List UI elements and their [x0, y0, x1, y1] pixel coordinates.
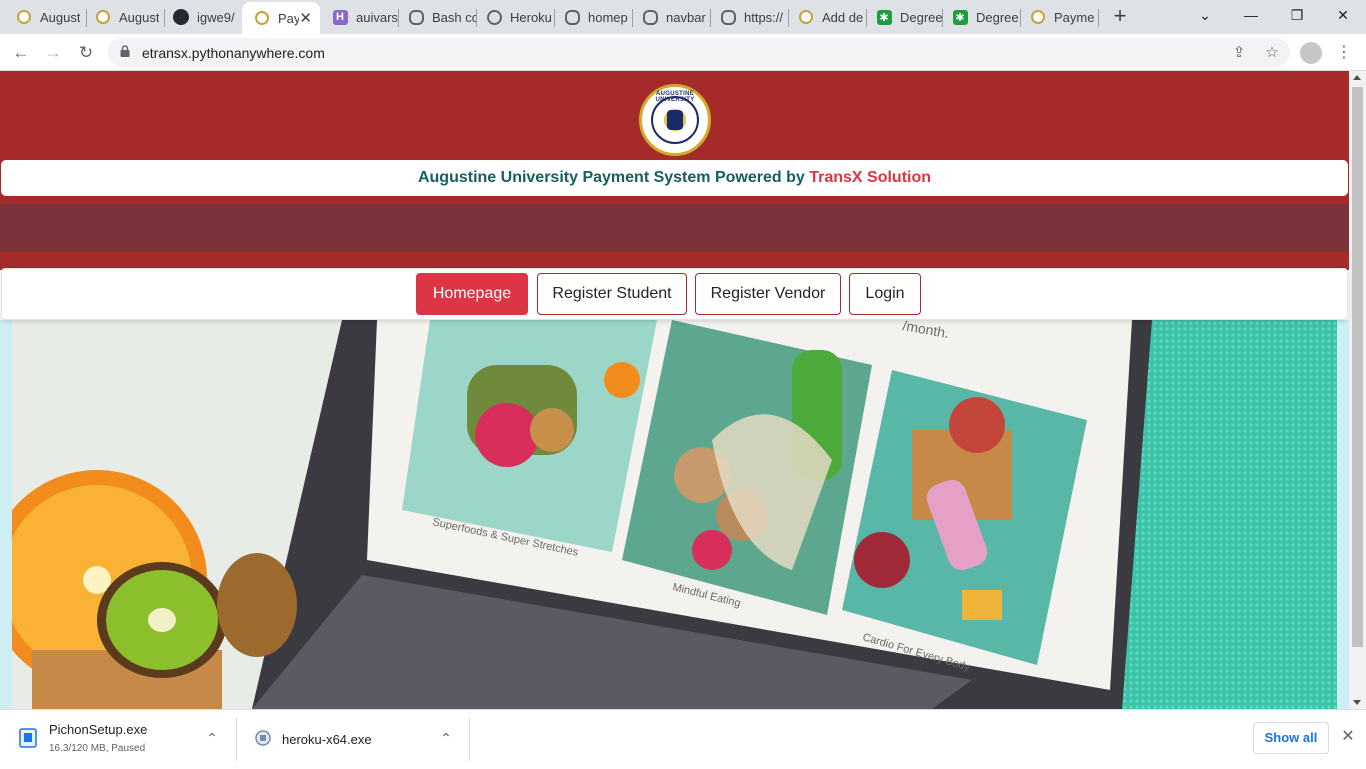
tab-title: navbar [666, 9, 706, 25]
tab-title: auivars [356, 9, 398, 25]
pythonanywhere-icon [720, 9, 736, 25]
download-filename: PichonSetup.exe [49, 722, 148, 737]
pythonanywhere-icon [564, 9, 580, 25]
browser-tab[interactable]: navbar [630, 4, 710, 30]
download-shelf: PichonSetup.exe 16.3/120 MB, Paused ⌃ he… [0, 709, 1366, 768]
hero-illustration: Superfoods & Super Stretches Mindful Eat… [12, 320, 1337, 709]
heroku-icon: H [332, 9, 348, 25]
tab-strip: August August igwe9/ Pay ✕ H auivars Bas… [0, 0, 1366, 34]
github-icon [173, 9, 189, 25]
download-status: 16.3/120 MB, Paused [49, 743, 146, 754]
url-text[interactable]: etransx.pythonanywhere.com [142, 45, 325, 61]
new-tab-button[interactable]: + [1110, 5, 1130, 27]
tab-title: Bash cc [432, 9, 476, 25]
share-icon[interactable]: ⇪ [1228, 42, 1250, 64]
tagline-text: Augustine University Payment System Powe… [417, 169, 805, 186]
browser-tab[interactable]: Add de [786, 4, 866, 30]
login-button[interactable]: Login [849, 273, 921, 315]
register-vendor-button[interactable]: Register Vendor [695, 273, 841, 315]
browser-tab[interactable]: ✱ Degree [864, 4, 942, 30]
homepage-button[interactable]: Homepage [416, 273, 528, 315]
tab-title: August [40, 9, 81, 25]
address-bar[interactable]: etransx.pythonanywhere.com ⇪ ☆ [108, 38, 1290, 67]
seal-icon [1030, 9, 1046, 25]
header-band [0, 204, 1349, 252]
tab-title: Payme [1054, 9, 1095, 25]
browser-toolbar: ← → ↻ etransx.pythonanywhere.com ⇪ ☆ ⋮ [0, 34, 1366, 71]
minimize-icon[interactable]: — [1229, 4, 1273, 28]
chevron-up-icon[interactable]: ⌃ [438, 730, 454, 746]
browser-tab[interactable]: ✱ Degree [940, 4, 1020, 30]
window-close-icon[interactable]: ✕ [1321, 4, 1365, 28]
profile-avatar-icon[interactable] [1300, 42, 1322, 64]
logo-lettering: AUGUSTINE UNIVERSITY [655, 91, 695, 103]
browser-tab[interactable]: igwe9/ [161, 4, 243, 30]
browser-tab-active[interactable]: Pay ✕ [242, 2, 320, 34]
tab-title: Heroku [510, 9, 552, 25]
reload-icon[interactable]: ↻ [73, 40, 99, 66]
pythonanywhere-icon [408, 9, 424, 25]
page-viewport: AUGUSTINE UNIVERSITY Augustine Universit… [0, 71, 1366, 709]
bookmark-star-icon[interactable]: ☆ [1261, 42, 1283, 64]
browser-tab[interactable]: August [83, 4, 165, 30]
back-icon[interactable]: ← [8, 40, 34, 66]
close-shelf-icon[interactable]: ✕ [1339, 728, 1357, 746]
browser-tab[interactable]: https:// [708, 4, 788, 30]
browser-tab[interactable]: H auivars [320, 4, 398, 30]
tab-title: igwe9/ [197, 9, 235, 25]
main-navbar: Homepage Register Student Register Vendo… [1, 268, 1348, 320]
browser-tab[interactable]: August [4, 4, 86, 30]
forward-icon[interactable]: → [40, 40, 66, 66]
browser-menu-icon[interactable]: ⋮ [1336, 42, 1352, 64]
tab-title: Degree [900, 9, 942, 25]
maximize-icon[interactable]: ❐ [1275, 4, 1319, 28]
chevron-up-icon[interactable]: ⌃ [204, 730, 220, 746]
tab-title: Degree [976, 9, 1019, 25]
tagline-brand: TransX Solution [809, 169, 932, 186]
installer-file-icon [255, 730, 271, 746]
green-app-icon: ✱ [952, 9, 968, 25]
hero-edge [0, 320, 12, 709]
seal-icon [16, 9, 32, 25]
browser-tab[interactable]: Bash cc [396, 4, 476, 30]
seal-icon [798, 9, 814, 25]
download-filename: heroku-x64.exe [282, 732, 372, 747]
download-item[interactable]: heroku-x64.exe ⌃ [237, 710, 469, 769]
show-all-downloads-button[interactable]: Show all [1253, 722, 1329, 754]
browser-tab[interactable]: Heroku [474, 4, 554, 30]
page-scrollbar[interactable] [1349, 71, 1366, 709]
lock-icon [120, 45, 130, 57]
hero-image: Superfoods & Super Stretches Mindful Eat… [12, 320, 1337, 709]
scroll-up-icon[interactable] [1353, 75, 1361, 80]
tab-title: https:// [744, 9, 784, 25]
download-item[interactable]: PichonSetup.exe 16.3/120 MB, Paused ⌃ [0, 710, 236, 769]
tab-title: Pay [278, 10, 300, 26]
installer-file-icon [19, 728, 37, 748]
browser-tab[interactable]: homep [552, 4, 632, 30]
scroll-thumb[interactable] [1352, 87, 1363, 647]
scroll-down-icon[interactable] [1353, 700, 1361, 705]
tab-title: Add de [822, 9, 864, 25]
register-student-button[interactable]: Register Student [537, 273, 687, 315]
tagline-bar: Augustine University Payment System Powe… [1, 160, 1348, 196]
browser-tab[interactable]: Payme [1018, 4, 1098, 30]
pythonanywhere-icon [642, 9, 658, 25]
hero-edge [1337, 320, 1349, 709]
university-logo: AUGUSTINE UNIVERSITY [639, 84, 711, 156]
header-banner: AUGUSTINE UNIVERSITY Augustine Universit… [0, 71, 1349, 270]
tab-title: August [119, 9, 160, 25]
seal-icon [95, 9, 111, 25]
seal-icon [254, 10, 270, 26]
green-app-icon: ✱ [876, 9, 892, 25]
tab-title: homep [588, 9, 628, 25]
tab-search-icon[interactable]: ⌄ [1183, 4, 1227, 28]
globe-icon [486, 9, 502, 25]
close-tab-icon[interactable]: ✕ [299, 9, 312, 27]
